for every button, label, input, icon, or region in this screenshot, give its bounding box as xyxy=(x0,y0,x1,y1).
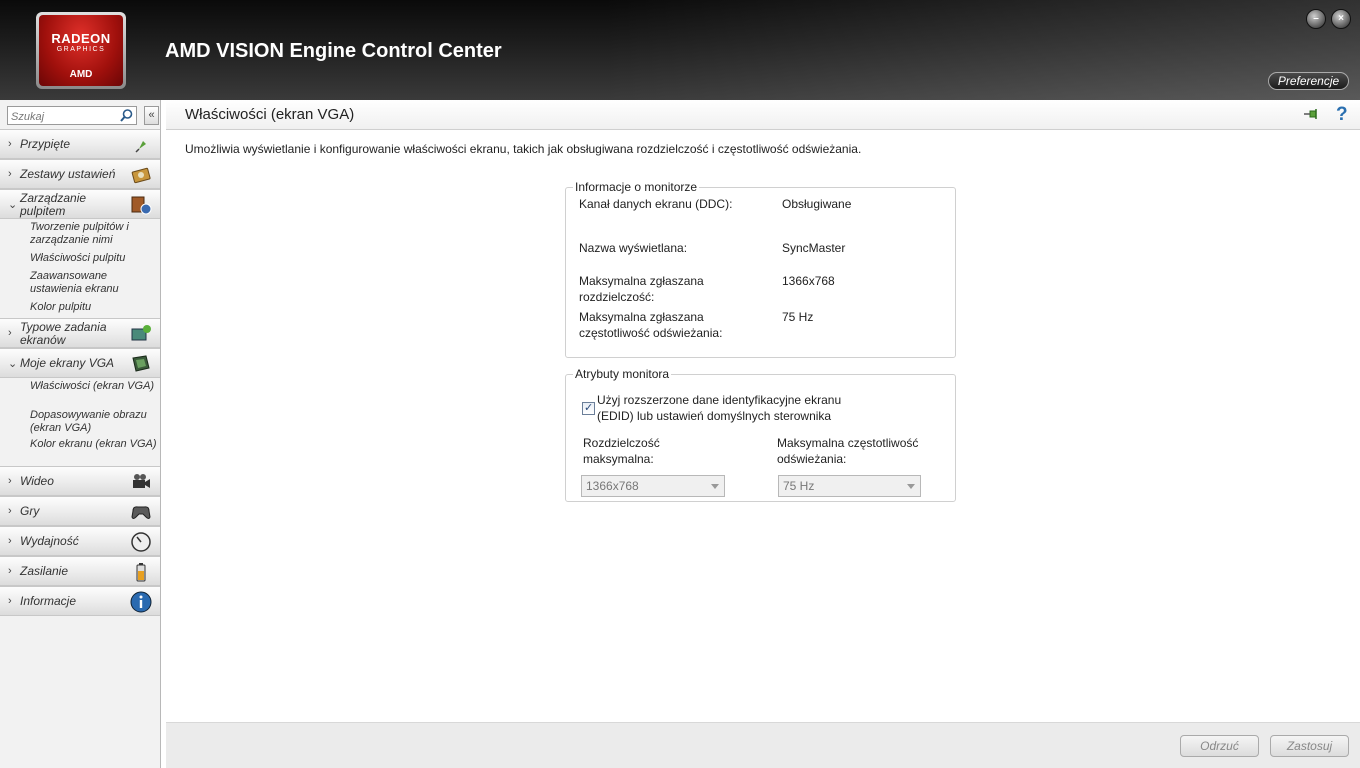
max-refresh-select[interactable]: 75 Hz xyxy=(778,475,921,497)
sidebar-item-label: Zarządzanie pulpitem xyxy=(20,191,87,218)
info-label: Maksymalna zgłaszana częstotliwość odświ… xyxy=(579,310,723,340)
sidebar-item-information[interactable]: › Informacje xyxy=(0,586,160,616)
monitor-attributes-group: Atrybuty monitora Użyj rozszerzone dane … xyxy=(565,367,956,502)
vga-display-icon xyxy=(132,355,150,372)
select-value: 1366x768 xyxy=(586,479,639,493)
sidebar-subitem[interactable]: Zaawansowane ustawienia ekranu xyxy=(30,270,158,296)
chevron-down-icon: ⌄ xyxy=(8,199,18,211)
logo-amd-text: AMD xyxy=(69,69,93,80)
sidebar-item-video[interactable]: › Wideo xyxy=(0,466,160,496)
apply-button[interactable]: Zastosuj xyxy=(1270,735,1349,757)
chevron-right-icon: › xyxy=(8,168,12,180)
sidebar-item-power[interactable]: › Zasilanie xyxy=(0,556,160,586)
sidebar-item-label: Typowe zadania ekranów xyxy=(20,320,107,347)
info-value: 75 Hz xyxy=(782,310,814,324)
chevron-right-icon: › xyxy=(8,138,12,150)
info-label: Maksymalna zgłaszana rozdzielczość: xyxy=(579,274,704,304)
info-value: 1366x768 xyxy=(782,274,835,288)
chevron-right-icon: › xyxy=(8,535,12,547)
footer-bar: Odrzuć Zastosuj xyxy=(166,722,1360,768)
max-resolution-select[interactable]: 1366x768 xyxy=(581,475,725,497)
radeon-logo: RADEON GRAPHICS AMD xyxy=(36,12,126,89)
edid-checkbox[interactable] xyxy=(582,401,595,415)
search-box xyxy=(7,106,137,126)
info-value: Obsługiwane xyxy=(782,197,852,211)
sidebar-item-label: Informacje xyxy=(20,594,77,608)
sidebar-item-label: Zasilanie xyxy=(20,564,69,578)
sidebar-subitem[interactable]: Dopasowywanie obrazu (ekran VGA) xyxy=(30,409,158,435)
pin-page-icon[interactable] xyxy=(1303,108,1321,122)
sidebar-item-label: Zestawy ustawień xyxy=(20,167,116,181)
chevron-right-icon: › xyxy=(8,565,12,577)
sidebar-item-games[interactable]: › Gry xyxy=(0,496,160,526)
info-icon xyxy=(130,591,152,613)
gamepad-icon xyxy=(131,506,151,519)
edid-checkbox-label[interactable]: Użyj rozszerzone dane identyfikacyjne ek… xyxy=(597,392,857,424)
page-title: Właściwości (ekran VGA) xyxy=(185,106,355,123)
group-legend: Informacje o monitorze xyxy=(573,180,700,194)
chevron-right-icon: › xyxy=(8,505,12,517)
page-header: Właściwości (ekran VGA) ? xyxy=(166,100,1360,130)
sidebar-subitem[interactable]: Kolor ekranu (ekran VGA) xyxy=(30,438,158,451)
chevron-down-icon xyxy=(711,484,719,489)
info-label: Nazwa wyświetlana: xyxy=(579,241,688,255)
sidebar-subitem[interactable]: Właściwości pulpitu xyxy=(30,252,158,265)
presets-icon xyxy=(131,167,151,184)
sidebar: « › Przypięte › Zestawy ustawień ⌄ Zarzą… xyxy=(0,100,161,768)
group-legend: Atrybuty monitora xyxy=(573,367,672,381)
sidebar-item-label: Przypięte xyxy=(20,137,71,151)
chevron-down-icon: ⌄ xyxy=(8,358,18,370)
logo-radeon-text: RADEON xyxy=(51,31,111,46)
sidebar-item-label: Moje ekrany VGA xyxy=(20,356,115,370)
battery-icon xyxy=(136,563,146,582)
sidebar-item-label: Wydajność xyxy=(20,534,79,548)
chevron-right-icon: › xyxy=(8,595,12,607)
sidebar-subitem[interactable]: Właściwości (ekran VGA) xyxy=(30,380,158,393)
app-title: AMD VISION Engine Control Center xyxy=(165,40,502,62)
minimize-button[interactable]: – xyxy=(1306,9,1326,29)
max-refresh-label: Maksymalna częstotliwość odświeżania: xyxy=(777,436,919,466)
sidebar-item-label: Gry xyxy=(20,504,40,518)
sidebar-item-presets[interactable]: › Zestawy ustawień xyxy=(0,159,160,189)
sidebar-item-pinned[interactable]: › Przypięte xyxy=(0,129,160,159)
chevron-down-icon xyxy=(907,484,915,489)
sidebar-subitem[interactable]: Kolor pulpitu xyxy=(30,301,158,314)
chevron-right-icon: › xyxy=(8,475,12,487)
page-description: Umożliwia wyświetlanie i konfigurowanie … xyxy=(185,142,862,156)
select-value: 75 Hz xyxy=(783,479,815,493)
video-camera-icon xyxy=(133,474,150,488)
monitor-info-group: Informacje o monitorze Kanał danych ekra… xyxy=(565,180,956,358)
discard-button[interactable]: Odrzuć xyxy=(1180,735,1259,757)
sidebar-subitem[interactable]: Tworzenie pulpitów i zarządzanie nimi xyxy=(30,221,158,247)
close-button[interactable]: × xyxy=(1331,9,1351,29)
info-value: SyncMaster xyxy=(782,241,846,255)
sidebar-item-label: Wideo xyxy=(20,474,54,488)
search-input[interactable] xyxy=(8,108,118,126)
sidebar-item-performance[interactable]: › Wydajność xyxy=(0,526,160,556)
search-icon[interactable] xyxy=(119,108,134,123)
gauge-icon xyxy=(131,532,151,552)
logo-graphics-text: GRAPHICS xyxy=(56,46,106,53)
pin-icon xyxy=(135,141,146,153)
preferences-button[interactable]: Preferencje xyxy=(1268,72,1349,90)
app-header: RADEON GRAPHICS AMD AMD VISION Engine Co… xyxy=(0,0,1360,100)
sidebar-item-desktop-management[interactable]: ⌄ Zarządzanie pulpitem xyxy=(0,189,160,219)
display-tasks-icon xyxy=(131,325,151,341)
chevron-right-icon: › xyxy=(8,327,12,339)
collapse-sidebar-button[interactable]: « xyxy=(144,106,159,125)
max-resolution-label: Rozdzielczość maksymalna: xyxy=(583,436,660,466)
desktop-management-icon xyxy=(131,196,152,215)
info-label: Kanał danych ekranu (DDC): xyxy=(579,197,733,211)
help-icon[interactable]: ? xyxy=(1336,104,1348,126)
sidebar-item-display-tasks[interactable]: › Typowe zadania ekranów xyxy=(0,318,160,348)
sidebar-item-vga-displays[interactable]: ⌄ Moje ekrany VGA xyxy=(0,348,160,378)
